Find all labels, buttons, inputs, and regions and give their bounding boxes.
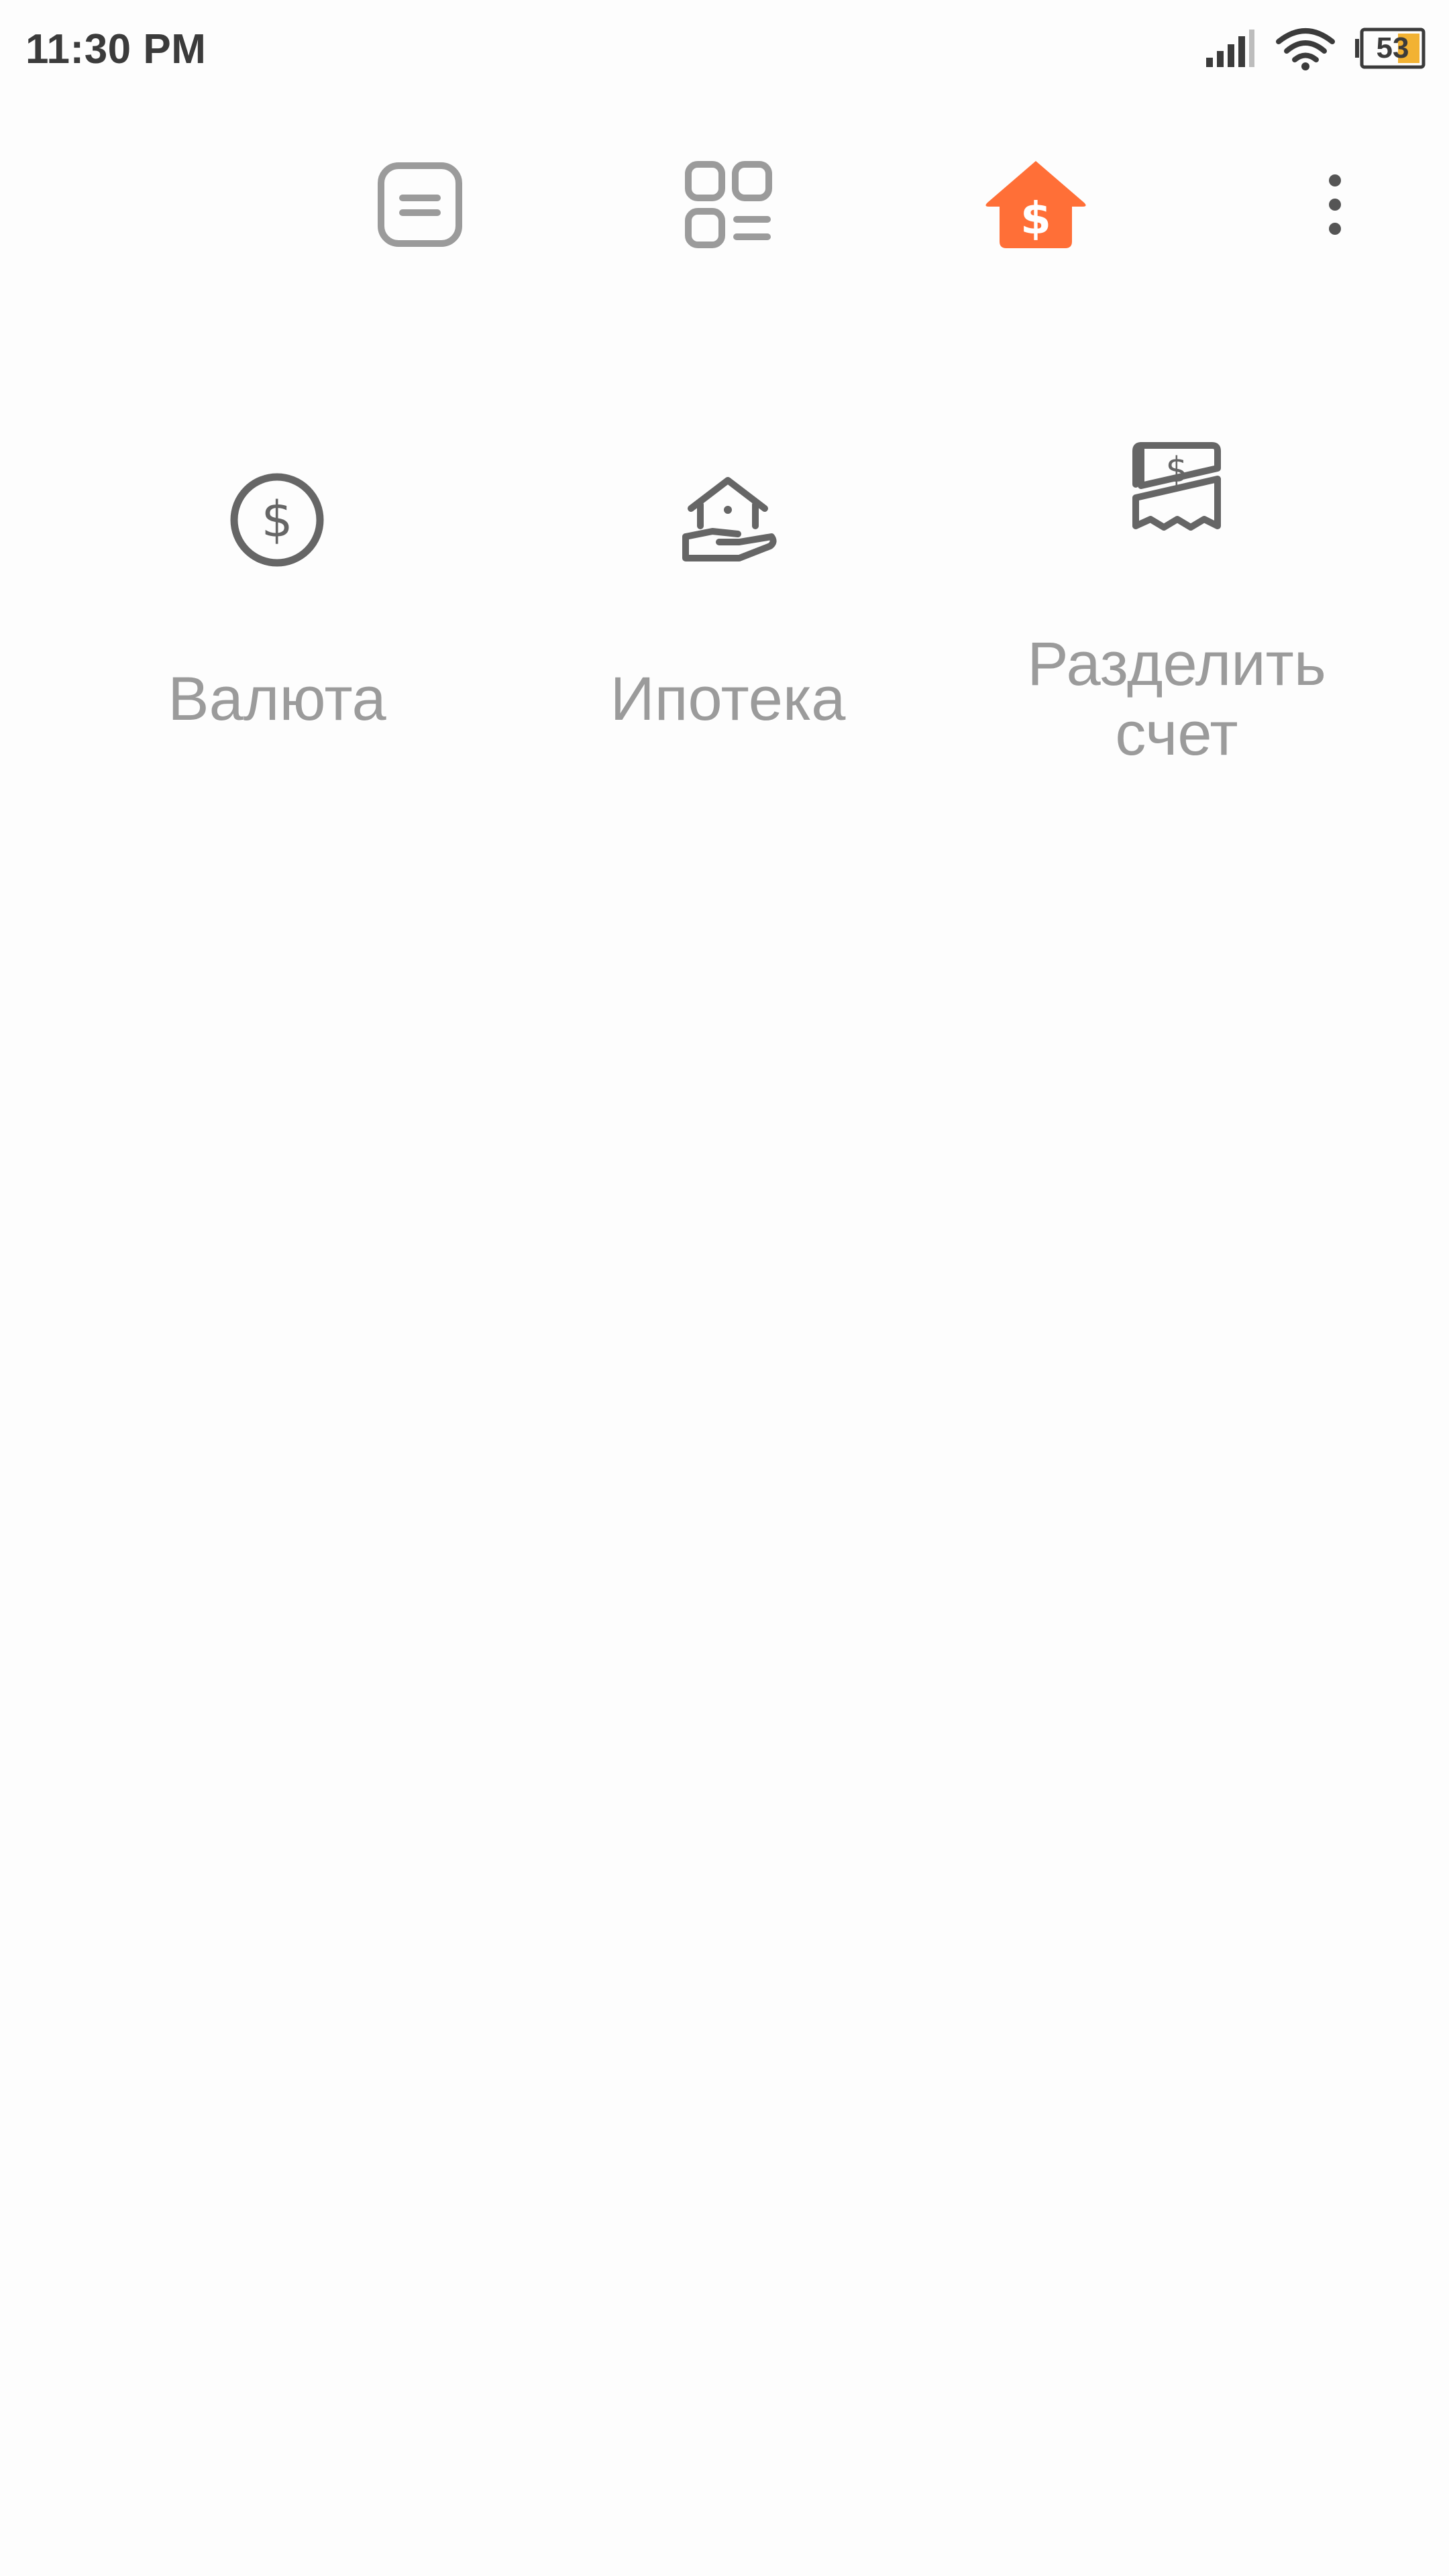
svg-text:$: $ [261, 491, 292, 549]
svg-text:$: $ [1165, 450, 1187, 490]
tool-currency[interactable]: $ Валюта [62, 402, 492, 832]
currency-dollar-icon: $ [230, 473, 324, 567]
tool-split-bill-label: Разделить счет [1027, 630, 1326, 768]
wifi-icon [1276, 28, 1335, 70]
apps-grid-icon [685, 161, 772, 248]
tool-mortgage-label: Ипотека [610, 665, 846, 733]
app-screen: 11:30 PM 53 $ $ Валюта Ипотека $ Раздели… [0, 0, 1449, 2576]
battery-level: 53 [1376, 32, 1409, 64]
notes-icon [378, 162, 462, 247]
status-time: 11:30 PM [25, 26, 207, 72]
finance-home-icon: $ [985, 161, 1086, 248]
signal-icon [1206, 30, 1254, 67]
top-toolbar: $ [0, 134, 1449, 275]
apps-tab-button[interactable] [661, 134, 796, 275]
svg-text:$: $ [1020, 193, 1051, 244]
more-vertical-icon [1329, 174, 1341, 235]
mortgage-house-hand-icon [682, 477, 777, 561]
split-bill-icon: $ [1132, 442, 1221, 531]
tools-grid: $ Валюта Ипотека $ Разделить счет [0, 402, 1449, 832]
finance-tab-button[interactable]: $ [969, 134, 1103, 275]
more-options-button[interactable] [1268, 134, 1402, 275]
notes-tab-button[interactable] [353, 134, 487, 275]
tool-mortgage[interactable]: Ипотека [513, 402, 943, 832]
status-bar: 11:30 PM 53 [0, 0, 1449, 101]
tool-split-bill[interactable]: $ Разделить счет [962, 402, 1391, 832]
tool-currency-label: Валюта [168, 665, 386, 733]
